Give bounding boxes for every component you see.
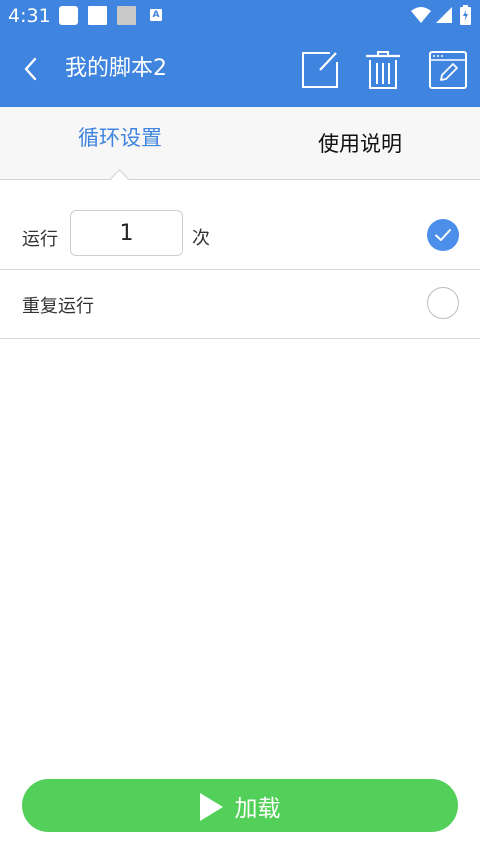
repeat-run-radio[interactable]: [427, 287, 459, 319]
run-count-radio[interactable]: [427, 219, 459, 251]
edit-icon[interactable]: [300, 50, 340, 90]
notification-badge-icon: A: [150, 9, 162, 21]
app-bar: 我的脚本2: [0, 32, 480, 107]
run-label: 运行: [22, 229, 58, 250]
notification-icon: [117, 6, 136, 25]
trash-icon[interactable]: [363, 50, 403, 90]
wifi-icon: [411, 7, 431, 23]
tab-loop-settings[interactable]: 循环设置: [0, 107, 240, 179]
play-icon: [200, 793, 224, 821]
load-button[interactable]: 加载: [22, 779, 458, 832]
battery-icon: [460, 5, 471, 25]
status-bar: 4:31 A: [0, 0, 480, 32]
check-icon: [435, 229, 451, 241]
signal-icon: [436, 7, 452, 23]
repeat-run-row[interactable]: 重复运行: [0, 270, 480, 339]
repeat-label: 重复运行: [22, 296, 94, 317]
tab-bar: 循环设置 使用说明: [0, 107, 480, 180]
back-arrow-icon[interactable]: [14, 52, 48, 86]
notification-icon: [59, 6, 78, 25]
page-title: 我的脚本2: [65, 56, 167, 81]
load-button-label: 加载: [234, 796, 281, 822]
run-count-row[interactable]: 运行 次: [0, 180, 480, 270]
run-count-input[interactable]: [70, 210, 183, 256]
run-unit-label: 次: [192, 228, 210, 249]
notification-icon: [88, 6, 107, 25]
status-time: 4:31: [8, 5, 51, 27]
tab-usage-instructions[interactable]: 使用说明: [240, 107, 480, 179]
edit-window-icon[interactable]: [428, 50, 468, 90]
